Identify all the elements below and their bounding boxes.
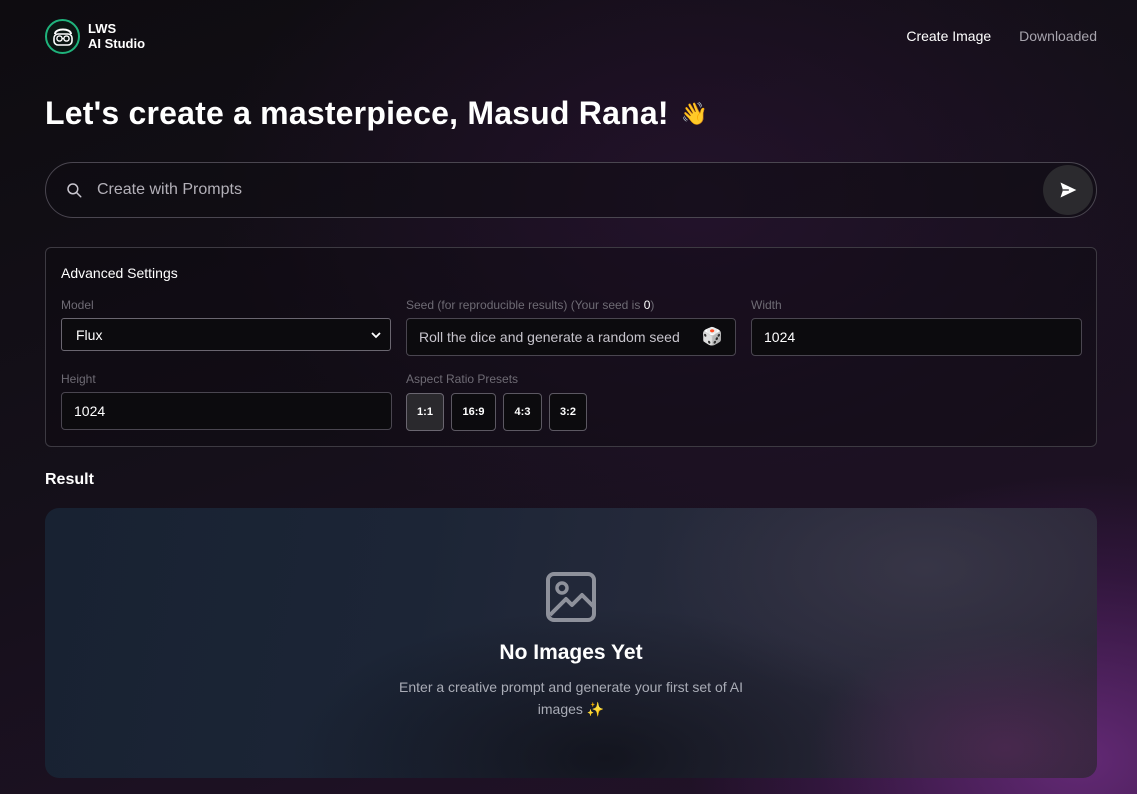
preset-16-9[interactable]: 16:9 bbox=[451, 393, 496, 431]
image-placeholder-icon bbox=[546, 572, 596, 622]
width-value: 1024 bbox=[764, 329, 796, 345]
result-panel: No Images Yet Enter a creative prompt an… bbox=[45, 508, 1097, 778]
height-input[interactable]: 1024 bbox=[61, 392, 392, 430]
preset-4-3[interactable]: 4:3 bbox=[503, 393, 542, 431]
sparkles-icon: ✨ bbox=[586, 701, 605, 717]
width-input[interactable]: 1024 bbox=[751, 318, 1082, 356]
dice-icon: 🎲 bbox=[701, 327, 723, 346]
nav-create-image[interactable]: Create Image bbox=[906, 28, 991, 44]
top-nav: Create Image Downloaded bbox=[906, 28, 1097, 44]
brand[interactable]: LWS AI Studio bbox=[45, 18, 146, 54]
page-title: Let's create a masterpiece, Masud Rana! … bbox=[45, 95, 708, 132]
empty-state-title: No Images Yet bbox=[499, 641, 643, 664]
seed-label-prefix: Seed (for reproducible results) (Your se… bbox=[406, 298, 644, 312]
empty-state-text: Enter a creative prompt and generate you… bbox=[399, 679, 743, 717]
send-icon bbox=[1060, 182, 1077, 198]
prompt-bar bbox=[45, 162, 1097, 218]
model-select[interactable]: Flux bbox=[61, 318, 391, 351]
height-field: Height 1024 bbox=[61, 372, 392, 430]
brand-line2: AI Studio bbox=[88, 36, 146, 51]
aspect-ratio-presets: 1:1 16:9 4:3 3:2 bbox=[406, 393, 736, 431]
advanced-settings-title: Advanced Settings bbox=[61, 265, 178, 281]
height-value: 1024 bbox=[74, 403, 106, 419]
nav-downloaded[interactable]: Downloaded bbox=[1019, 28, 1097, 44]
send-button[interactable] bbox=[1043, 165, 1093, 215]
seed-roll-button[interactable]: Roll the dice and generate a random seed… bbox=[406, 318, 736, 356]
seed-field: Seed (for reproducible results) (Your se… bbox=[406, 298, 736, 356]
model-selected-value: Flux bbox=[76, 326, 103, 343]
header: LWS AI Studio Create Image Downloaded bbox=[45, 16, 1097, 56]
seed-label-suffix: ) bbox=[650, 298, 655, 312]
search-icon bbox=[67, 183, 82, 198]
height-label: Height bbox=[61, 372, 96, 386]
glasses-face-icon bbox=[45, 18, 80, 54]
width-field: Width 1024 bbox=[751, 298, 1082, 356]
aspect-ratio-label: Aspect Ratio Presets bbox=[406, 372, 519, 386]
model-field: Model Flux bbox=[61, 298, 391, 351]
advanced-settings-panel: Advanced Settings Model Flux Seed (for r… bbox=[45, 247, 1097, 447]
aspect-ratio-field: Aspect Ratio Presets 1:1 16:9 4:3 3:2 bbox=[406, 372, 736, 431]
seed-label: Seed (for reproducible results) (Your se… bbox=[406, 298, 736, 312]
brand-line1: LWS bbox=[88, 21, 117, 36]
greeting-text: Let's create a masterpiece, Masud Rana! bbox=[45, 95, 669, 131]
width-label: Width bbox=[751, 298, 782, 312]
model-label: Model bbox=[61, 298, 94, 312]
result-heading: Result bbox=[45, 471, 94, 488]
preset-3-2[interactable]: 3:2 bbox=[549, 393, 587, 431]
seed-placeholder: Roll the dice and generate a random seed bbox=[419, 329, 680, 345]
prompt-input[interactable] bbox=[97, 163, 1043, 217]
preset-1-1[interactable]: 1:1 bbox=[406, 393, 444, 431]
empty-state-description: Enter a creative prompt and generate you… bbox=[385, 676, 757, 720]
waving-hand-icon: 👋 bbox=[680, 100, 709, 126]
chevron-down-icon bbox=[371, 331, 381, 338]
